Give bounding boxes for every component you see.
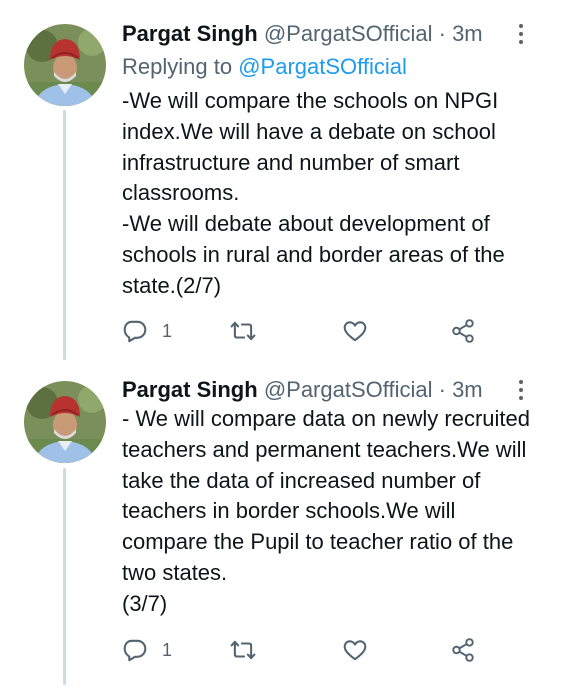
- share-icon: [452, 638, 474, 662]
- tweet-header: Pargat Singh @PargatSOfficial · 3m: [122, 18, 546, 50]
- action-bar: 1: [122, 314, 502, 348]
- replying-to-link[interactable]: @PargatSOfficial: [238, 54, 407, 79]
- thread-line: [63, 468, 66, 685]
- like-button[interactable]: [342, 637, 368, 663]
- avatar-image: [24, 381, 106, 463]
- more-icon[interactable]: [518, 380, 524, 400]
- tweet-text: - We will compare data on newly recruite…: [122, 404, 542, 620]
- tweet-header: Pargat Singh @PargatSOfficial · 3m: [122, 374, 546, 406]
- author-name[interactable]: Pargat Singh: [122, 21, 258, 46]
- reply-icon: [123, 639, 147, 662]
- share-icon: [452, 319, 474, 343]
- avatar-image: [24, 24, 106, 106]
- tweet-paragraph: -We will debate about development of sch…: [122, 211, 505, 298]
- timestamp[interactable]: 3m: [452, 377, 483, 402]
- timestamp[interactable]: 3m: [452, 21, 483, 46]
- tweet-paragraph: -We will compare the schools on NPGI ind…: [122, 88, 499, 206]
- reply-button[interactable]: 1: [122, 318, 172, 344]
- tweet[interactable]: Pargat Singh @PargatSOfficial · 3m - We …: [0, 362, 566, 693]
- avatar[interactable]: [24, 381, 106, 463]
- reply-button[interactable]: 1: [122, 637, 172, 663]
- separator-dot: ·: [438, 21, 446, 46]
- reply-count: 1: [162, 639, 173, 660]
- tweet-paragraph: (3/7): [122, 590, 168, 616]
- tweet[interactable]: Pargat Singh @PargatSOfficial · 3m Reply…: [0, 0, 566, 360]
- retweet-button[interactable]: [230, 318, 256, 344]
- author-name[interactable]: Pargat Singh: [122, 377, 258, 402]
- retweet-button[interactable]: [230, 637, 256, 663]
- reply-icon: [123, 320, 147, 343]
- more-icon[interactable]: [518, 24, 524, 44]
- share-button[interactable]: [450, 318, 476, 344]
- tweet-paragraph: - We will compare data on newly recruite…: [122, 406, 530, 585]
- author-handle[interactable]: @PargatSOfficial: [264, 21, 433, 46]
- action-bar: 1: [122, 633, 502, 667]
- share-button[interactable]: [450, 637, 476, 663]
- tweet-text: -We will compare the schools on NPGI ind…: [122, 86, 542, 302]
- like-button[interactable]: [342, 318, 368, 344]
- separator-dot: ·: [438, 377, 446, 402]
- replying-to: Replying to @PargatSOfficial: [122, 52, 407, 82]
- reply-count: 1: [162, 320, 173, 341]
- replying-prefix: Replying to: [122, 54, 233, 79]
- author-handle[interactable]: @PargatSOfficial: [264, 377, 433, 402]
- like-icon: [343, 640, 367, 661]
- avatar[interactable]: [24, 24, 106, 106]
- like-icon: [343, 321, 367, 342]
- retweet-icon: [230, 321, 256, 341]
- retweet-icon: [230, 640, 256, 660]
- thread-line: [63, 110, 66, 360]
